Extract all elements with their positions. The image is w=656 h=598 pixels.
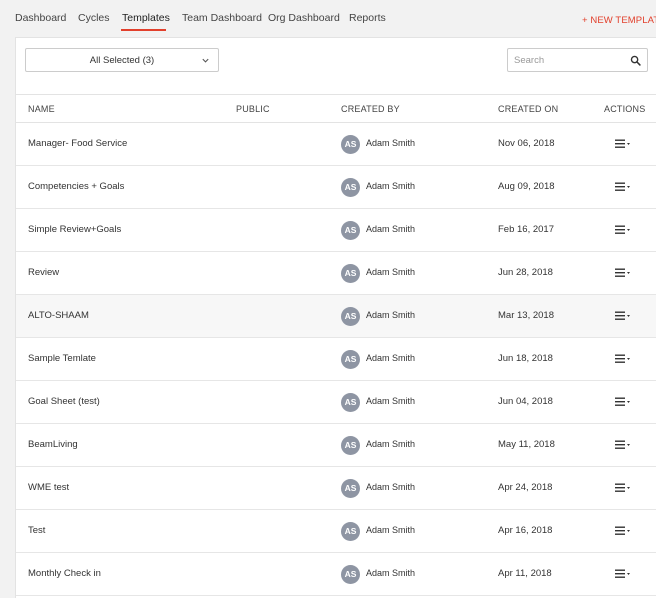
table-row[interactable]: Simple Review+Goals AS Adam Smith Feb 16, 2… xyxy=(16,209,656,252)
avatar: AS xyxy=(341,350,360,369)
template-name[interactable]: Sample Temlate xyxy=(28,353,96,364)
created-on-date: Feb 16, 2017 xyxy=(498,224,554,235)
created-on-date: May 11, 2018 xyxy=(498,439,555,450)
table-body: Manager- Food Service AS Adam Smith Nov 06,… xyxy=(16,123,656,596)
created-on-date: Jun 28, 2018 xyxy=(498,267,553,278)
actions-menu-icon[interactable] xyxy=(615,310,633,322)
creator-name: Adam Smith xyxy=(366,224,416,234)
avatar: AS xyxy=(341,264,360,283)
table-row[interactable]: BeamLiving AS Adam Smith May 11, 2018 xyxy=(16,424,656,467)
column-header-public[interactable]: PUBLIC xyxy=(236,104,270,114)
template-name[interactable]: Review xyxy=(28,267,59,278)
table-row[interactable]: Goal Sheet (test) AS Adam Smith Jun 04, 201… xyxy=(16,381,656,424)
template-name[interactable]: Goal Sheet (test) xyxy=(28,396,100,407)
actions-menu-icon[interactable] xyxy=(615,224,633,236)
created-on-date: Apr 16, 2018 xyxy=(498,525,553,536)
template-name[interactable]: Monthly Check in xyxy=(28,568,101,579)
nav-org-dashboard[interactable]: Org Dashboard xyxy=(268,12,340,24)
table-row[interactable]: ALTO-SHAAM AS Adam Smith Mar 13, 2018 xyxy=(16,295,656,338)
new-template-button[interactable]: + NEW TEMPLATE xyxy=(582,15,656,26)
avatar: AS xyxy=(341,522,360,541)
column-header-name[interactable]: NAME xyxy=(28,104,55,114)
created-on-date: Apr 24, 2018 xyxy=(498,482,553,493)
creator-name: Adam Smith xyxy=(366,568,416,578)
avatar: AS xyxy=(341,479,360,498)
created-on-date: Aug 09, 2018 xyxy=(498,181,555,192)
table-row[interactable]: Manager- Food Service AS Adam Smith Nov 06,… xyxy=(16,123,656,166)
templates-panel: All Selected (3) NAME PUBLIC CREATED BY … xyxy=(15,37,656,598)
template-name[interactable]: WME test xyxy=(28,482,69,493)
column-header-created-by[interactable]: CREATED BY xyxy=(341,104,400,114)
created-on-date: Jun 04, 2018 xyxy=(498,396,553,407)
creator-name: Adam Smith xyxy=(366,396,416,406)
actions-menu-icon[interactable] xyxy=(615,181,633,193)
active-tab-indicator xyxy=(121,29,166,31)
search-box xyxy=(507,48,648,72)
actions-menu-icon[interactable] xyxy=(615,568,633,580)
nav-templates[interactable]: Templates xyxy=(122,12,170,24)
table-row[interactable]: Monthly Check in AS Adam Smith Apr 11, 2018 xyxy=(16,553,656,596)
creator-name: Adam Smith xyxy=(366,439,416,449)
avatar: AS xyxy=(341,135,360,154)
filter-select[interactable]: All Selected (3) xyxy=(25,48,219,72)
filter-selected-label: All Selected (3) xyxy=(89,55,155,66)
actions-menu-icon[interactable] xyxy=(615,353,633,365)
nav-reports[interactable]: Reports xyxy=(349,12,386,24)
table-row[interactable]: Sample Temlate AS Adam Smith Jun 18, 2018 xyxy=(16,338,656,381)
top-navigation: Dashboard Cycles Templates Team Dashboar… xyxy=(0,0,656,32)
column-header-created-on[interactable]: CREATED ON xyxy=(498,104,558,114)
creator-name: Adam Smith xyxy=(366,482,416,492)
avatar: AS xyxy=(341,436,360,455)
chevron-down-icon xyxy=(202,58,209,63)
created-on-date: Nov 06, 2018 xyxy=(498,138,555,149)
created-on-date: Jun 18, 2018 xyxy=(498,353,553,364)
nav-team-dashboard[interactable]: Team Dashboard xyxy=(182,12,262,24)
table-row[interactable]: Test AS Adam Smith Apr 16, 2018 xyxy=(16,510,656,553)
actions-menu-icon[interactable] xyxy=(615,482,633,494)
avatar: AS xyxy=(341,178,360,197)
avatar: AS xyxy=(341,307,360,326)
table-row[interactable]: Review AS Adam Smith Jun 28, 2018 xyxy=(16,252,656,295)
actions-menu-icon[interactable] xyxy=(615,138,633,150)
actions-menu-icon[interactable] xyxy=(615,525,633,537)
creator-name: Adam Smith xyxy=(366,310,416,320)
template-name[interactable]: Test xyxy=(28,525,45,536)
column-header-actions: ACTIONS xyxy=(604,104,646,114)
actions-menu-icon[interactable] xyxy=(615,396,633,408)
table-row[interactable]: Competencies + Goals AS Adam Smith Aug 09, … xyxy=(16,166,656,209)
creator-name: Adam Smith xyxy=(366,181,416,191)
search-input[interactable] xyxy=(514,53,624,68)
actions-menu-icon[interactable] xyxy=(615,439,633,451)
template-name[interactable]: Manager- Food Service xyxy=(28,138,127,149)
creator-name: Adam Smith xyxy=(366,138,416,148)
created-on-date: Apr 11, 2018 xyxy=(498,568,552,579)
creator-name: Adam Smith xyxy=(366,525,416,535)
template-name[interactable]: BeamLiving xyxy=(28,439,78,450)
template-name[interactable]: Competencies + Goals xyxy=(28,181,124,192)
creator-name: Adam Smith xyxy=(366,267,416,277)
nav-dashboard[interactable]: Dashboard xyxy=(15,12,66,24)
actions-menu-icon[interactable] xyxy=(615,267,633,279)
avatar: AS xyxy=(341,565,360,584)
table-header: NAME PUBLIC CREATED BY CREATED ON ACTION… xyxy=(16,94,656,123)
search-icon[interactable] xyxy=(630,55,641,66)
creator-name: Adam Smith xyxy=(366,353,416,363)
created-on-date: Mar 13, 2018 xyxy=(498,310,554,321)
avatar: AS xyxy=(341,221,360,240)
template-name[interactable]: Simple Review+Goals xyxy=(28,224,121,235)
table-row[interactable]: WME test AS Adam Smith Apr 24, 2018 xyxy=(16,467,656,510)
avatar: AS xyxy=(341,393,360,412)
template-name[interactable]: ALTO-SHAAM xyxy=(28,310,89,321)
nav-cycles[interactable]: Cycles xyxy=(78,12,110,24)
